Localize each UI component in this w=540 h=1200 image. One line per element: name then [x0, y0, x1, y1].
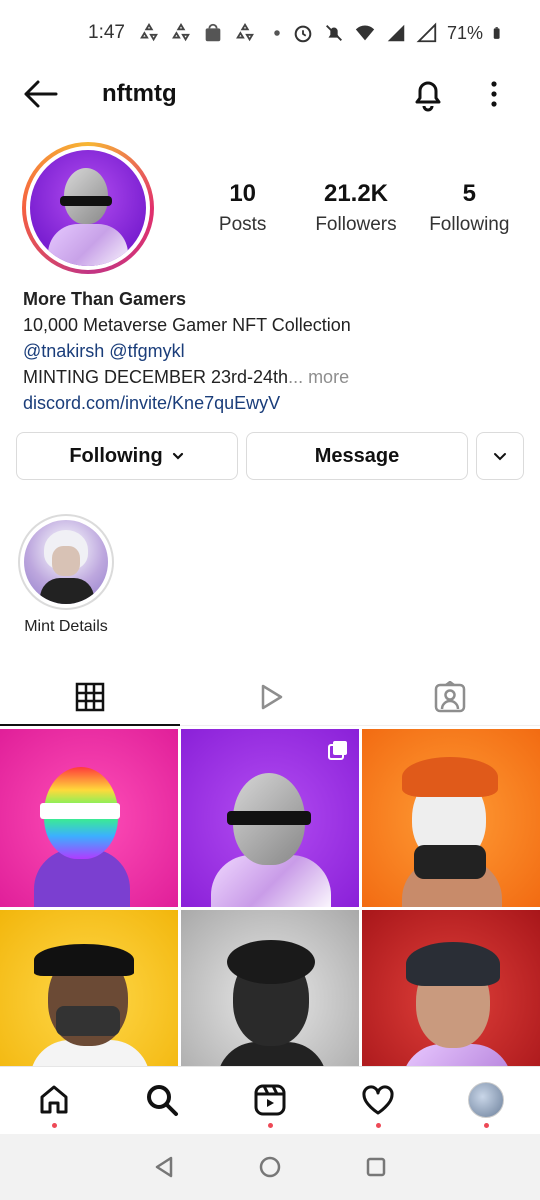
following-button-label: Following [69, 444, 163, 467]
carousel-icon [328, 741, 347, 760]
stat-posts[interactable]: 10 Posts [186, 180, 299, 236]
search-icon [147, 1084, 178, 1116]
chevron-down-icon [494, 453, 506, 461]
more-options-icon[interactable] [480, 76, 508, 112]
profile-stats: 10 Posts 21.2K Followers 5 Following [186, 180, 526, 236]
recycle-icon [172, 22, 190, 42]
dot-icon [274, 30, 280, 36]
post-thumbnail[interactable] [0, 910, 178, 1088]
nav-home[interactable] [0, 1067, 108, 1132]
highlight-label: Mint Details [24, 618, 108, 635]
notification-dot [267, 1123, 273, 1128]
profile-avatar[interactable] [22, 142, 154, 274]
bio-description: 10,000 Metaverse Gamer NFT Collection [23, 315, 351, 335]
posts-grid [0, 729, 540, 1088]
mute-icon [325, 25, 342, 41]
notification-dot [51, 1123, 57, 1128]
post-thumbnail[interactable] [362, 910, 540, 1088]
signal-icon [416, 22, 437, 43]
suggested-accounts-button[interactable] [476, 432, 524, 480]
battery-icon [493, 27, 500, 39]
message-button[interactable]: Message [246, 432, 468, 480]
avatar [468, 1081, 504, 1118]
chevron-down-icon [172, 452, 183, 460]
stat-followers-value: 21.2K [323, 180, 389, 207]
message-button-label: Message [314, 444, 400, 467]
system-recents-icon[interactable] [363, 1154, 389, 1180]
status-time: 1:47 [88, 22, 125, 43]
post-thumbnail[interactable] [0, 729, 178, 907]
status-bar: 1:47 71% [0, 0, 540, 68]
profile-username: nftmtg [102, 80, 177, 107]
profile-header: nftmtg [0, 68, 540, 120]
stat-posts-value: 10 [229, 180, 257, 207]
bio-website-link[interactable]: discord.com/invite/Kne7quEwyV [23, 390, 523, 416]
back-arrow-icon[interactable] [20, 76, 60, 112]
wifi-icon [355, 25, 375, 41]
status-right-icons: 71% [292, 22, 506, 44]
signal-icon [387, 24, 405, 42]
heart-icon [362, 1084, 394, 1114]
home-icon [40, 1085, 68, 1113]
shopping-bag-icon [205, 23, 221, 42]
profile-bio: More Than Gamers 10,000 Metaverse Gamer … [23, 286, 523, 416]
notification-dot [483, 1123, 489, 1128]
stat-following[interactable]: 5 Following [413, 180, 526, 236]
stat-followers-label: Followers [315, 214, 397, 235]
grid-icon [75, 682, 105, 711]
story-highlight[interactable]: Mint Details [16, 514, 116, 636]
bio-mentions[interactable]: @tnakirsh @tfgmykl [23, 338, 523, 364]
bio-minting-text: MINTING DECEMBER 23rd-24th [23, 367, 289, 387]
bell-icon[interactable] [408, 74, 448, 114]
nav-profile[interactable] [432, 1067, 540, 1132]
post-thumbnail[interactable] [181, 910, 359, 1088]
stat-following-value: 5 [462, 180, 476, 207]
recycle-icon [140, 22, 158, 42]
reels-icon [261, 684, 283, 709]
nav-reels[interactable] [216, 1067, 324, 1132]
system-back-icon[interactable] [151, 1154, 177, 1180]
following-button[interactable]: Following [16, 432, 238, 480]
stat-followers[interactable]: 21.2K Followers [299, 180, 412, 236]
tab-grid[interactable] [0, 668, 180, 726]
bio-more-link[interactable]: ... more [288, 367, 349, 387]
nav-activity[interactable] [324, 1067, 432, 1132]
tab-reels[interactable] [180, 668, 360, 725]
stat-following-label: Following [429, 214, 510, 235]
tab-tagged[interactable] [360, 668, 540, 725]
bottom-navigation [0, 1066, 540, 1132]
highlight-thumbnail [24, 520, 108, 604]
nav-search[interactable] [108, 1067, 216, 1132]
status-left-icons [138, 22, 288, 44]
post-thumbnail[interactable] [362, 729, 540, 907]
bio-name: More Than Gamers [23, 289, 187, 309]
bio-line: MINTING DECEMBER 23rd-24th... more [23, 364, 523, 390]
recycle-icon [236, 22, 254, 42]
tagged-icon [434, 680, 466, 712]
system-home-icon[interactable] [257, 1154, 283, 1180]
alarm-icon [294, 25, 312, 43]
reels-icon [254, 1084, 286, 1115]
notification-dot [375, 1123, 381, 1128]
stat-posts-label: Posts [218, 214, 267, 235]
system-navigation [0, 1134, 540, 1200]
battery-percentage: 71% [446, 22, 483, 43]
post-thumbnail[interactable] [181, 729, 359, 907]
profile-tabs [0, 668, 540, 726]
